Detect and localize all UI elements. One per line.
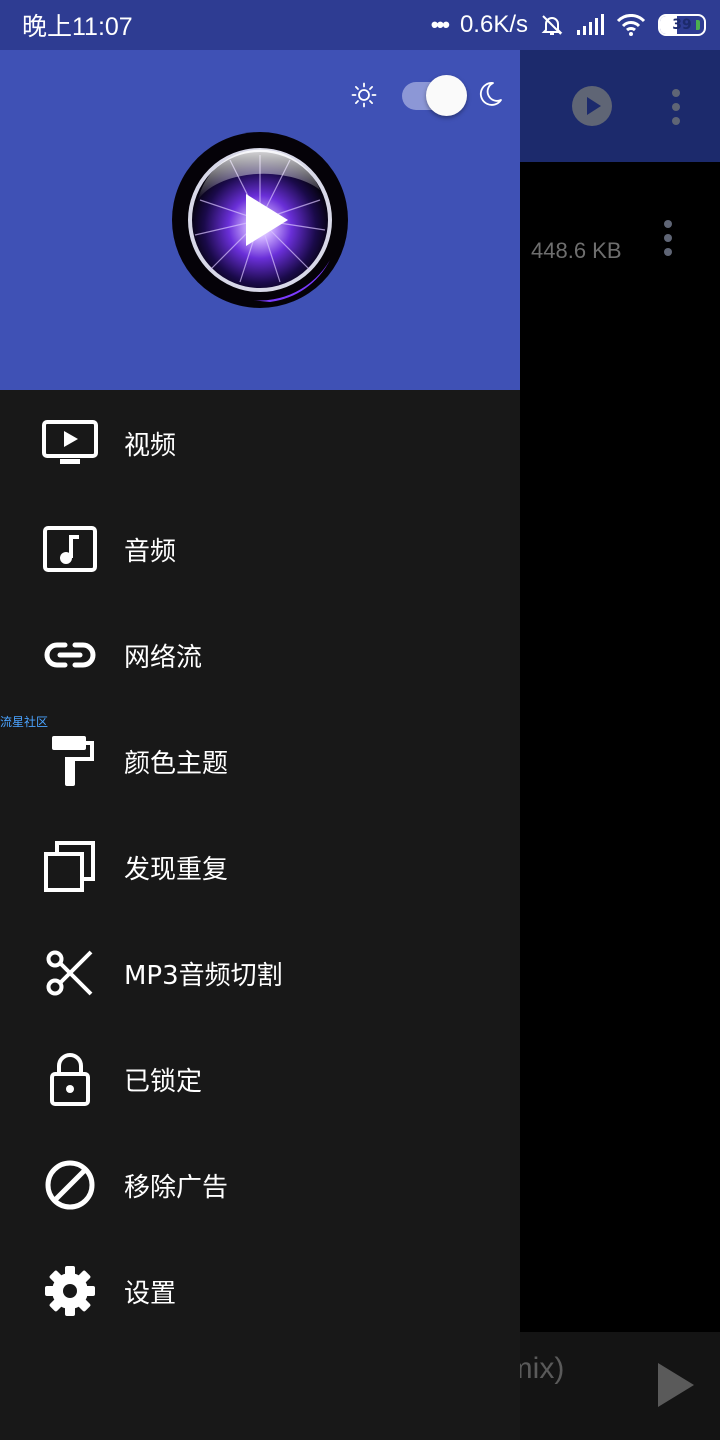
scissors-icon bbox=[40, 943, 100, 1003]
menu-item-video[interactable]: 视频 bbox=[0, 390, 520, 496]
watermark: 流星社区 bbox=[0, 715, 49, 729]
net-speed: 0.6K/s bbox=[459, 11, 528, 38]
app-logo bbox=[172, 132, 348, 308]
video-tv-icon bbox=[40, 413, 100, 473]
menu-item-settings[interactable]: 设置 bbox=[0, 1238, 520, 1344]
menu-label: 视频 bbox=[124, 430, 177, 461]
moon-icon[interactable] bbox=[479, 81, 503, 107]
mute-bell-icon bbox=[541, 15, 563, 35]
navigation-drawer: 视频 音频 网络流 颜色主题 发现重复 MP3音频切割 已锁定 移除广告 设置 bbox=[0, 50, 520, 1440]
menu-label: 发现重复 bbox=[124, 854, 229, 885]
drawer-menu: 视频 音频 网络流 颜色主题 发现重复 MP3音频切割 已锁定 移除广告 设置 bbox=[0, 390, 520, 1344]
battery-wrap: 39 bbox=[658, 14, 706, 36]
item-more-icon[interactable] bbox=[664, 220, 672, 256]
signal-icon bbox=[577, 14, 604, 35]
notification-dots: ••• bbox=[430, 12, 450, 37]
menu-label: 移除广告 bbox=[124, 1172, 229, 1203]
menu-item-audio[interactable]: 音频 bbox=[0, 496, 520, 602]
mini-player-play-icon[interactable] bbox=[658, 1363, 694, 1407]
battery-level: 39 bbox=[672, 17, 692, 33]
gear-icon bbox=[40, 1261, 100, 1321]
music-note-icon bbox=[40, 519, 100, 579]
battery-icon: 39 bbox=[658, 14, 706, 36]
menu-item-remove-ads[interactable]: 移除广告 bbox=[0, 1132, 520, 1238]
play-all-icon[interactable] bbox=[572, 86, 612, 126]
menu-label: 已锁定 bbox=[124, 1066, 203, 1097]
block-icon bbox=[40, 1155, 100, 1215]
menu-item-mp3-cutter[interactable]: MP3音频切割 bbox=[0, 920, 520, 1026]
duplicate-icon bbox=[40, 837, 100, 897]
menu-label: MP3音频切割 bbox=[124, 960, 283, 991]
status-bar: 晚上11:07 ••• 0.6K/s 39 bbox=[0, 0, 720, 50]
overflow-menu-icon[interactable] bbox=[672, 89, 680, 125]
menu-item-find-duplicates[interactable]: 发现重复 bbox=[0, 814, 520, 920]
status-indicators: ••• 0.6K/s 39 bbox=[430, 11, 706, 39]
wifi-icon bbox=[616, 14, 646, 36]
link-icon bbox=[40, 625, 100, 685]
menu-item-network-stream[interactable]: 网络流 bbox=[0, 602, 520, 708]
item-size: 448.6 KB bbox=[531, 238, 622, 263]
status-time: 晚上11:07 bbox=[22, 13, 133, 41]
dark-mode-toggle-knob[interactable] bbox=[426, 75, 467, 116]
menu-label: 颜色主题 bbox=[124, 748, 229, 779]
paint-roller-icon bbox=[40, 731, 100, 791]
lock-icon bbox=[40, 1049, 100, 1109]
sun-icon[interactable] bbox=[351, 82, 377, 108]
menu-item-locked[interactable]: 已锁定 bbox=[0, 1026, 520, 1132]
drawer-header bbox=[0, 50, 520, 390]
menu-label: 设置 bbox=[124, 1278, 177, 1309]
menu-label: 音频 bbox=[124, 536, 177, 567]
menu-item-color-theme[interactable]: 颜色主题 bbox=[0, 708, 520, 814]
menu-label: 网络流 bbox=[124, 642, 203, 673]
